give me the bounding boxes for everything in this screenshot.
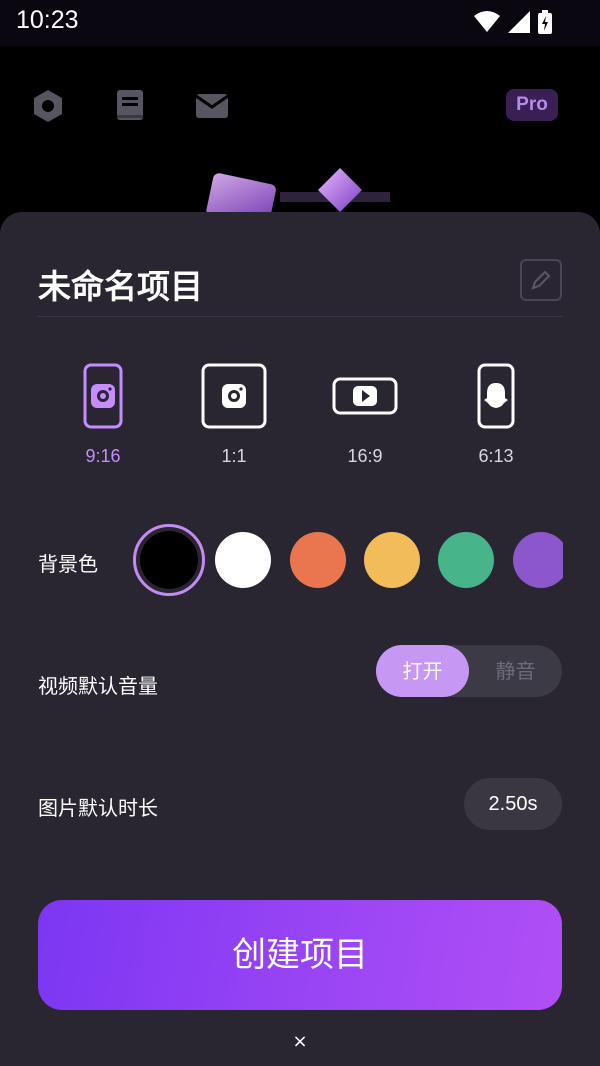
volume-mute-option[interactable]: 静音 xyxy=(469,645,562,697)
new-project-sheet: 未命名项目 9:16 1:1 16:9 6:13 背景色 视频默认音量 打开 静… xyxy=(0,212,600,1066)
ratio-option-6-13[interactable]: 6:13 xyxy=(446,362,546,467)
top-bar: Pro xyxy=(0,46,600,216)
status-bar: 10:23 xyxy=(0,0,600,46)
color-swatch-black[interactable] xyxy=(133,524,205,596)
ratio-label: 1:1 xyxy=(221,446,247,466)
hero-illustration xyxy=(206,168,390,216)
volume-toggle: 打开 静音 xyxy=(376,645,562,697)
color-swatch-white[interactable] xyxy=(215,532,271,588)
project-title: 未命名项目 xyxy=(38,267,203,306)
wifi-icon xyxy=(474,11,500,32)
settings-hex-icon[interactable] xyxy=(30,88,66,124)
snapchat-icon xyxy=(477,363,515,429)
background-color-label: 背景色 xyxy=(38,552,98,576)
instagram-icon xyxy=(201,363,267,429)
status-time: 10:23 xyxy=(16,6,79,34)
mail-icon[interactable] xyxy=(194,88,230,124)
instagram-icon xyxy=(83,363,123,429)
create-project-button[interactable]: 创建项目 xyxy=(38,900,562,1010)
color-swatch-green[interactable] xyxy=(438,532,494,588)
pro-badge[interactable]: Pro xyxy=(506,89,558,121)
ratio-label: 16:9 xyxy=(347,446,383,466)
status-icons xyxy=(474,10,552,34)
book-icon[interactable] xyxy=(112,88,148,124)
close-icon[interactable]: × xyxy=(288,1030,312,1054)
color-swatch-purple[interactable] xyxy=(513,532,563,588)
ratio-label: 6:13 xyxy=(478,446,514,466)
color-swatch-orange[interactable] xyxy=(290,532,346,588)
ratio-option-1-1[interactable]: 1:1 xyxy=(184,362,284,467)
image-duration-value[interactable]: 2.50s xyxy=(464,778,562,830)
youtube-icon xyxy=(332,377,398,415)
pencil-icon xyxy=(531,270,551,290)
edit-title-button[interactable] xyxy=(520,259,562,301)
color-swatch-list xyxy=(133,524,563,596)
video-volume-label: 视频默认音量 xyxy=(38,674,158,698)
ratio-label: 9:16 xyxy=(85,446,121,466)
title-divider xyxy=(38,316,562,317)
color-swatch-yellow[interactable] xyxy=(364,532,420,588)
battery-icon xyxy=(538,10,552,34)
ratio-option-16-9[interactable]: 16:9 xyxy=(315,362,415,467)
signal-icon xyxy=(508,11,530,33)
volume-on-option[interactable]: 打开 xyxy=(376,645,469,697)
ratio-option-9-16[interactable]: 9:16 xyxy=(53,362,153,467)
image-duration-label: 图片默认时长 xyxy=(38,796,158,820)
